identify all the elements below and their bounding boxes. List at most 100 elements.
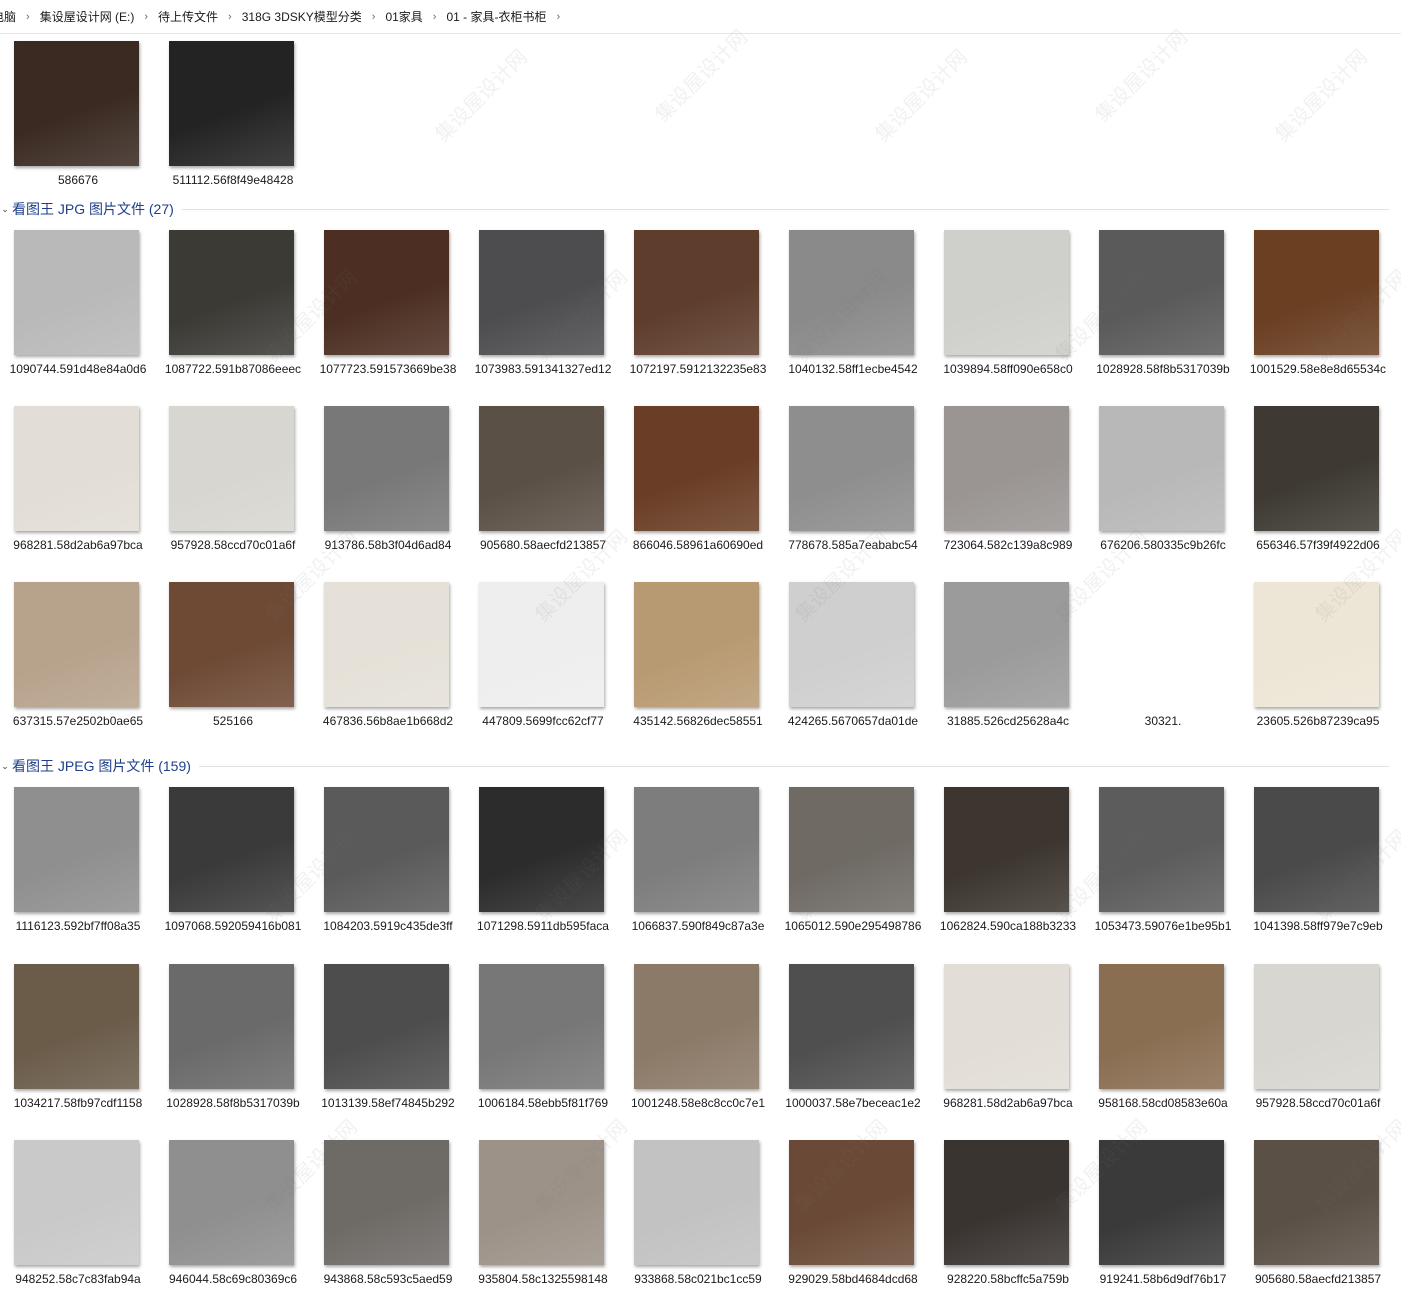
file-thumbnail[interactable] <box>1254 406 1379 531</box>
file-item[interactable]: 1041398.58ff979e7c9eb <box>1240 787 1395 963</box>
file-item[interactable]: 31885.526cd25628a4c <box>930 582 1085 758</box>
file-thumbnail[interactable] <box>1099 582 1224 707</box>
file-item[interactable]: 676206.580335c9b26fc <box>1085 406 1240 582</box>
file-item[interactable]: 1028928.58f8b5317039b <box>155 964 310 1140</box>
file-item[interactable]: 1001248.58e8c8cc0c7e1 <box>620 964 775 1140</box>
file-thumbnail[interactable] <box>789 582 914 707</box>
file-item[interactable]: 866046.58961a60690ed <box>620 406 775 582</box>
file-thumbnail[interactable] <box>324 964 449 1089</box>
file-item[interactable]: 928220.58bcffc5a759b <box>930 1140 1085 1316</box>
file-item[interactable]: 23605.526b87239ca95 <box>1240 582 1395 758</box>
group-header[interactable]: ⌄ 看图王 JPEG 图片文件 (159) <box>0 755 1395 777</box>
file-thumbnail[interactable] <box>479 787 604 912</box>
chevron-right-icon[interactable]: › <box>22 11 34 23</box>
file-item[interactable]: 1062824.590ca188b3233 <box>930 787 1085 963</box>
file-thumbnail[interactable] <box>944 230 1069 355</box>
file-thumbnail[interactable] <box>169 787 294 912</box>
file-item[interactable]: 929029.58bd4684dcd68 <box>775 1140 930 1316</box>
file-thumbnail[interactable] <box>14 406 139 531</box>
chevron-down-icon[interactable]: ⌄ <box>0 204 10 215</box>
file-thumbnail[interactable] <box>1254 787 1379 912</box>
file-item[interactable]: 1077723.591573669be38 <box>310 230 465 406</box>
breadcrumb-item[interactable]: 01 - 家具-衣柜书柜 <box>440 8 552 25</box>
chevron-right-icon[interactable]: › <box>552 11 564 23</box>
file-thumbnail[interactable] <box>479 230 604 355</box>
file-item[interactable]: 1039894.58ff090e658c0 <box>930 230 1085 406</box>
file-thumbnail[interactable] <box>789 964 914 1089</box>
chevron-right-icon[interactable]: › <box>429 11 441 23</box>
file-thumbnail[interactable] <box>324 406 449 531</box>
file-thumbnail[interactable] <box>14 230 139 355</box>
file-thumbnail[interactable] <box>1254 582 1379 707</box>
file-item[interactable]: 447809.5699fcc62cf77 <box>465 582 620 758</box>
file-thumbnail[interactable] <box>789 1140 914 1265</box>
file-thumbnail[interactable] <box>634 1140 759 1265</box>
file-thumbnail[interactable] <box>634 582 759 707</box>
file-thumbnail[interactable] <box>1254 230 1379 355</box>
file-thumbnail[interactable] <box>944 406 1069 531</box>
file-item[interactable]: 778678.585a7eababc54 <box>775 406 930 582</box>
file-thumbnail[interactable] <box>169 41 294 166</box>
file-thumbnail[interactable] <box>1099 787 1224 912</box>
chevron-right-icon[interactable]: › <box>140 11 152 23</box>
breadcrumb-item[interactable]: 01家具 <box>379 8 428 25</box>
file-item[interactable]: 919241.58b6d9df76b17 <box>1085 1140 1240 1316</box>
chevron-right-icon[interactable]: › <box>368 11 380 23</box>
file-thumbnail[interactable] <box>14 41 139 166</box>
file-item[interactable]: 1065012.590e295498786 <box>775 787 930 963</box>
file-item[interactable]: 656346.57f39f4922d06 <box>1240 406 1395 582</box>
file-thumbnail[interactable] <box>324 1140 449 1265</box>
file-thumbnail[interactable] <box>14 787 139 912</box>
file-thumbnail[interactable] <box>1099 230 1224 355</box>
file-thumbnail[interactable] <box>1099 1140 1224 1265</box>
file-thumbnail[interactable] <box>14 582 139 707</box>
file-item[interactable]: 1000037.58e7beceac1e2 <box>775 964 930 1140</box>
breadcrumb-item[interactable]: 集设屋设计网 (E:) <box>34 8 141 25</box>
file-item[interactable]: 511112.56f8f49e48428 <box>155 41 310 217</box>
file-thumbnail[interactable] <box>789 230 914 355</box>
file-thumbnail[interactable] <box>789 406 914 531</box>
group-header[interactable]: ⌄ 看图王 JPG 图片文件 (27) <box>0 198 1395 220</box>
file-item[interactable]: 723064.582c139a8c989 <box>930 406 1085 582</box>
file-item[interactable]: 957928.58ccd70c01a6f <box>155 406 310 582</box>
file-item[interactable]: 948252.58c7c83fab94a <box>0 1140 155 1316</box>
file-item[interactable]: 958168.58cd08583e60a <box>1085 964 1240 1140</box>
file-thumbnail[interactable] <box>789 787 914 912</box>
file-thumbnail[interactable] <box>944 582 1069 707</box>
file-thumbnail[interactable] <box>944 1140 1069 1265</box>
file-thumbnail[interactable] <box>634 787 759 912</box>
breadcrumb-item[interactable]: 电脑 <box>0 8 22 25</box>
file-item[interactable]: 1001529.58e8e8d65534c <box>1240 230 1395 406</box>
file-thumbnail[interactable] <box>14 964 139 1089</box>
file-thumbnail[interactable] <box>944 787 1069 912</box>
file-item[interactable]: 1090744.591d48e84a0d6 <box>0 230 155 406</box>
file-item[interactable]: 968281.58d2ab6a97bca <box>0 406 155 582</box>
file-item[interactable]: 1072197.5912132235e83 <box>620 230 775 406</box>
file-item[interactable]: 1006184.58ebb5f81f769 <box>465 964 620 1140</box>
file-item[interactable]: 424265.5670657da01de <box>775 582 930 758</box>
file-thumbnail[interactable] <box>169 406 294 531</box>
file-item[interactable]: 933868.58c021bc1cc59 <box>620 1140 775 1316</box>
file-item[interactable]: 1073983.591341327ed12 <box>465 230 620 406</box>
file-thumbnail[interactable] <box>1254 964 1379 1089</box>
file-item[interactable]: 1071298.5911db595faca <box>465 787 620 963</box>
file-item[interactable]: 1084203.5919c435de3ff <box>310 787 465 963</box>
file-thumbnail[interactable] <box>169 230 294 355</box>
file-item[interactable]: 1116123.592bf7ff08a35 <box>0 787 155 963</box>
file-item[interactable]: 943868.58c593c5aed59 <box>310 1140 465 1316</box>
chevron-right-icon[interactable]: › <box>224 11 236 23</box>
file-thumbnail[interactable] <box>169 1140 294 1265</box>
file-item[interactable]: 905680.58aecfd213857 <box>465 406 620 582</box>
file-thumbnail[interactable] <box>14 1140 139 1265</box>
file-item[interactable]: 637315.57e2502b0ae65 <box>0 582 155 758</box>
file-thumbnail[interactable] <box>634 964 759 1089</box>
file-item[interactable]: 586676 <box>0 41 155 217</box>
file-item[interactable]: 1034217.58fb97cdf1158 <box>0 964 155 1140</box>
file-item[interactable]: 913786.58b3f04d6ad84 <box>310 406 465 582</box>
file-item[interactable]: 1097068.592059416b081 <box>155 787 310 963</box>
file-item[interactable]: 968281.58d2ab6a97bca <box>930 964 1085 1140</box>
file-thumbnail[interactable] <box>479 964 604 1089</box>
file-item[interactable]: 1066837.590f849c87a3e <box>620 787 775 963</box>
chevron-down-icon[interactable]: ⌄ <box>0 761 10 772</box>
file-thumbnail[interactable] <box>169 582 294 707</box>
